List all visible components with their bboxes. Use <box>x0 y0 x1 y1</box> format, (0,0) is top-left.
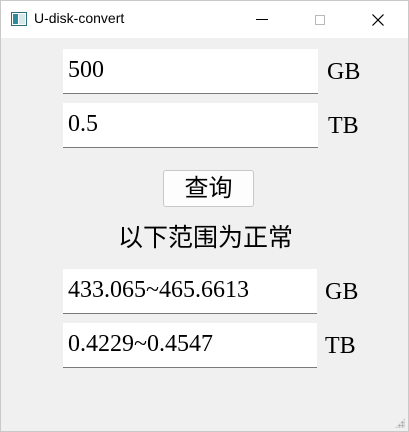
minimize-button[interactable] <box>239 1 285 38</box>
app-window-icon <box>11 12 27 26</box>
normal-range-label: 以下范围为正常 <box>117 223 293 252</box>
close-button[interactable] <box>355 1 401 38</box>
minimize-icon <box>256 19 268 20</box>
tb-range-output[interactable]: 0.4229~0.4547 <box>63 323 317 368</box>
maximize-icon <box>315 14 325 25</box>
gb-range-unit-label: GB <box>325 279 359 305</box>
title-bar[interactable]: U-disk-convert <box>1 1 408 38</box>
tb-unit-label: TB <box>328 113 359 139</box>
resize-grip-icon[interactable] <box>395 418 405 428</box>
tb-input[interactable]: 0.5 <box>63 103 318 148</box>
tb-range-unit-label: TB <box>325 333 356 359</box>
gb-range-output[interactable]: 433.065~465.6613 <box>63 269 317 314</box>
query-button[interactable]: 查询 <box>163 170 254 207</box>
gb-unit-label: GB <box>327 59 361 85</box>
gb-input[interactable]: 500 <box>63 49 318 94</box>
close-icon <box>372 13 384 26</box>
maximize-button[interactable] <box>297 1 343 38</box>
app-window: U-disk-convert 500 GB 0.5 TB 查询 以下范围为正常 … <box>0 0 409 432</box>
window-title: U-disk-convert <box>34 10 125 26</box>
